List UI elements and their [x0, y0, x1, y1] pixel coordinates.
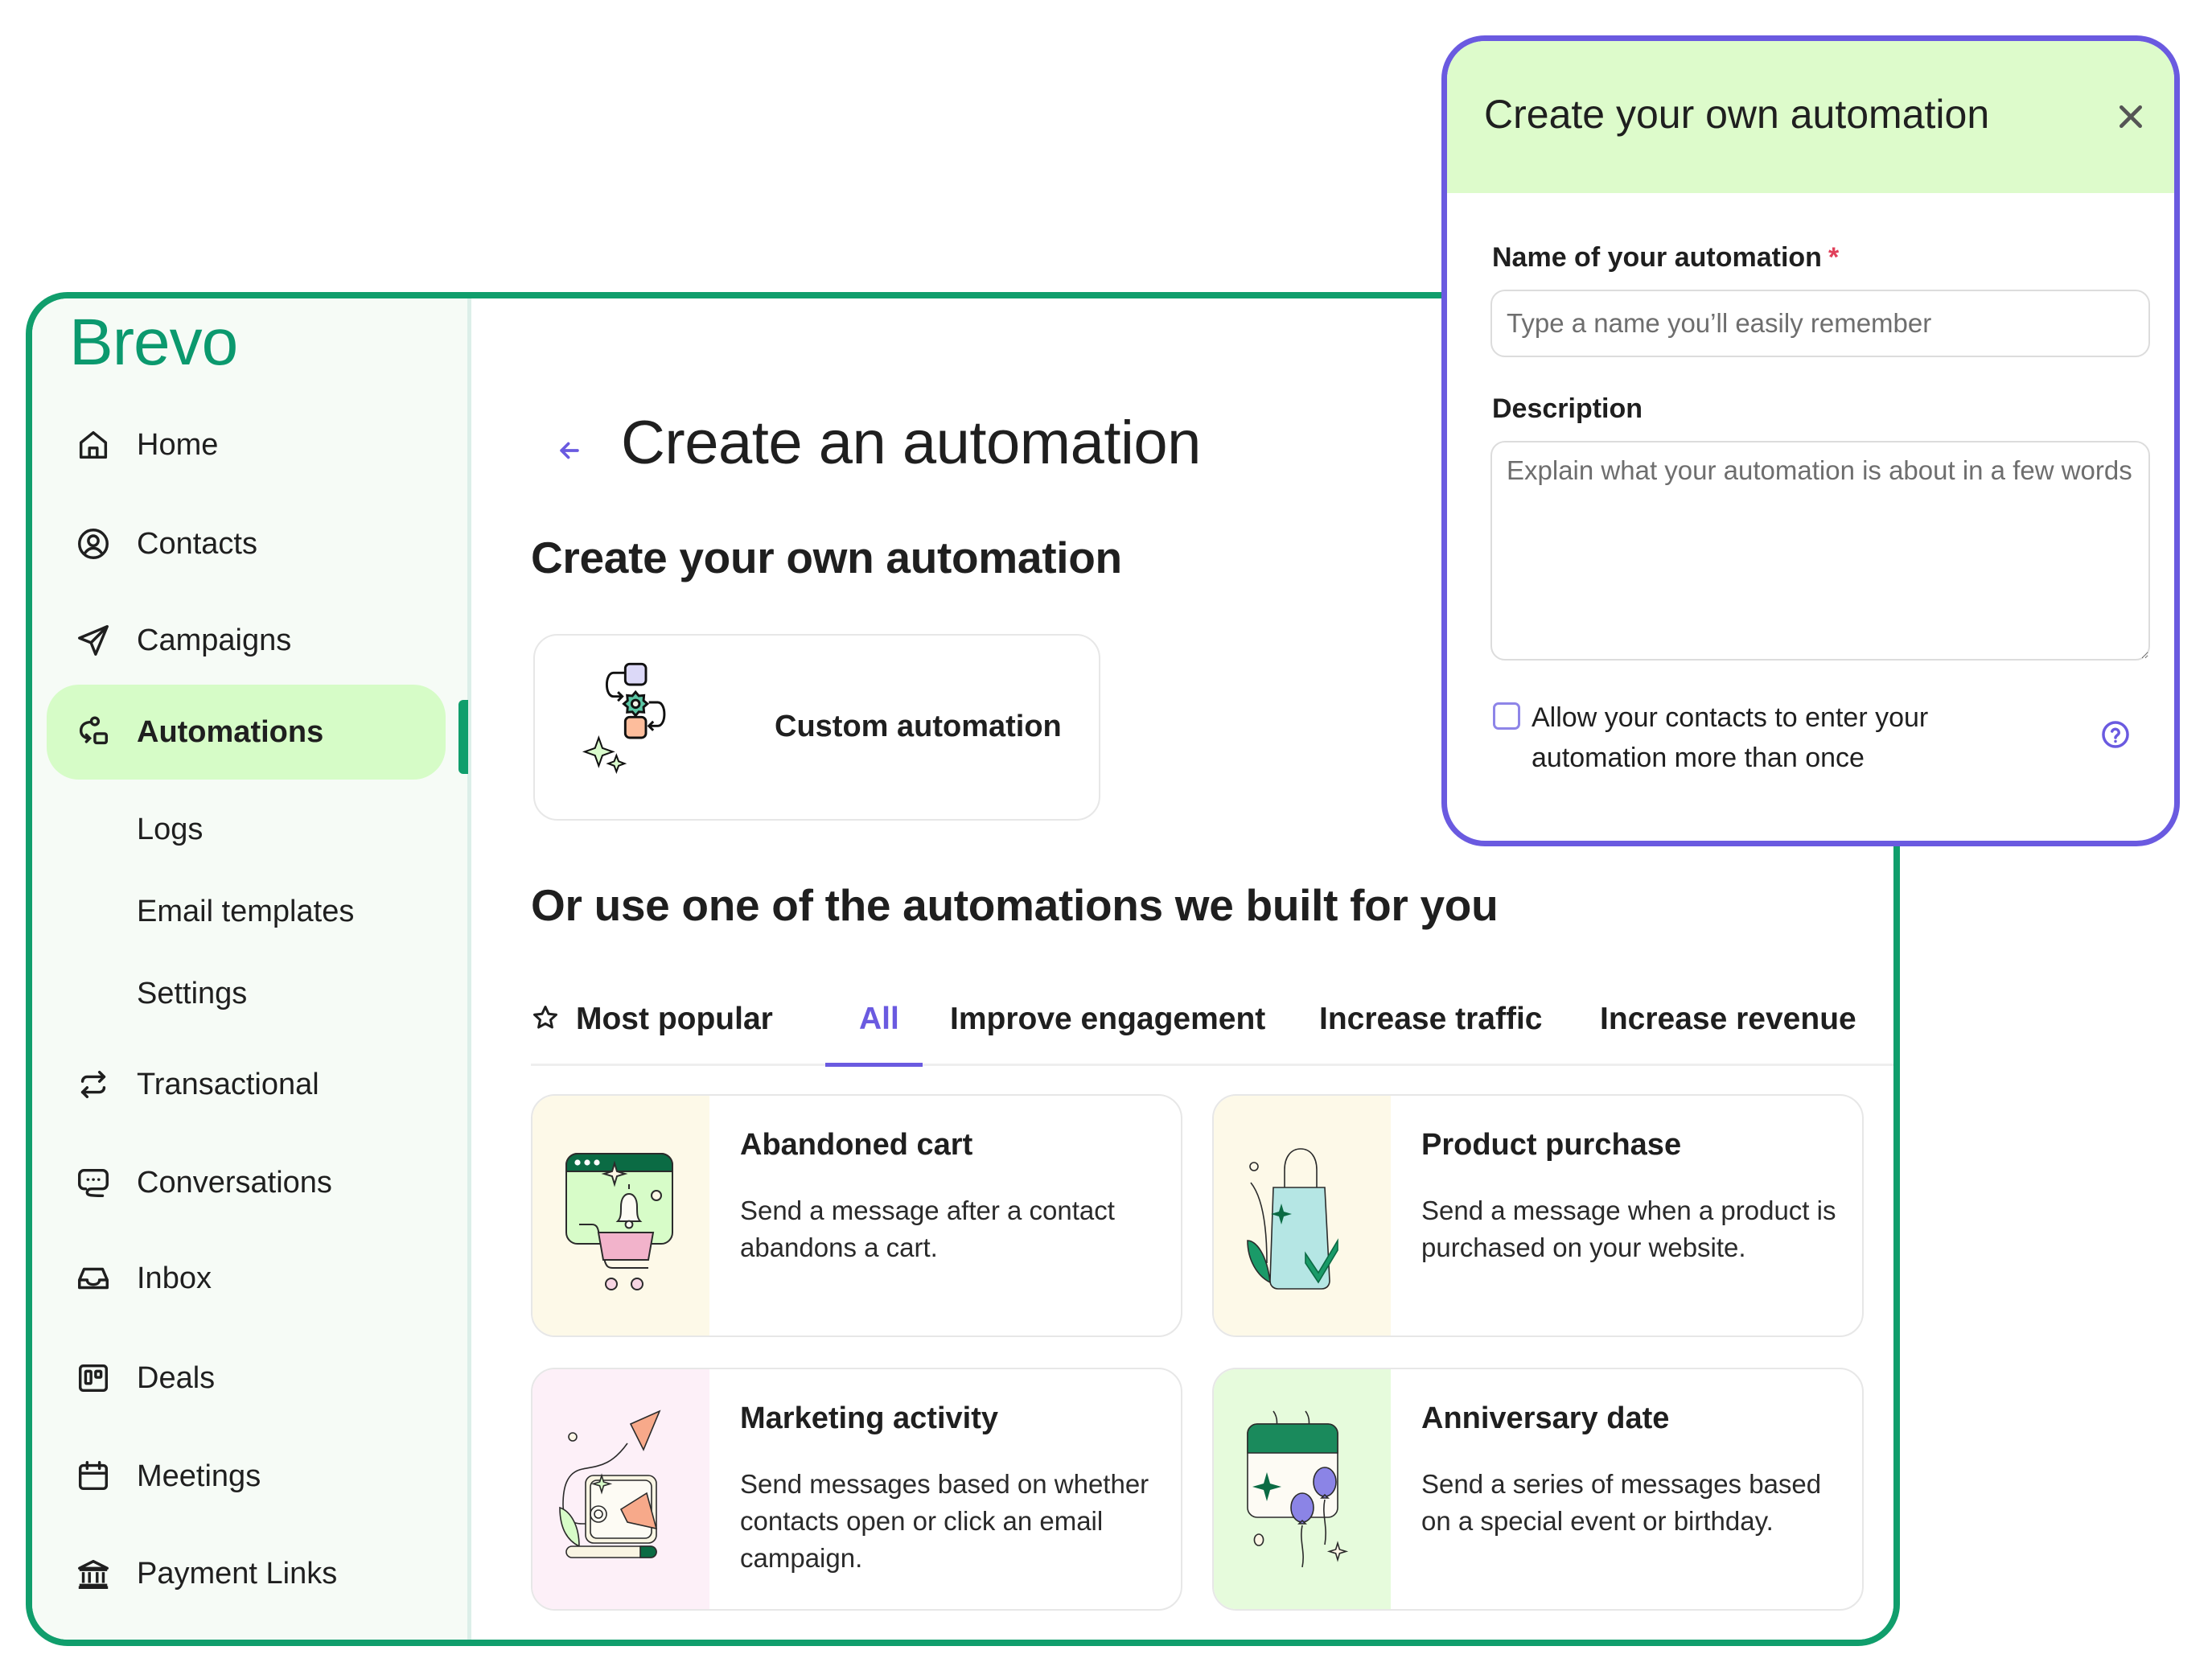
- tab-most-popular[interactable]: Most popular: [531, 1002, 773, 1066]
- template-card-anniversary-date[interactable]: Anniversary date Send a series of messag…: [1212, 1368, 1864, 1611]
- tab-all[interactable]: All: [859, 1002, 899, 1066]
- sidebar-item-label: Campaigns: [137, 623, 292, 657]
- name-field-label: Name of your automation *: [1492, 242, 1839, 274]
- sidebar-item-contacts[interactable]: Contacts: [47, 516, 446, 572]
- automation-flow-icon: [75, 714, 112, 751]
- home-icon: [75, 426, 112, 463]
- allow-reentry-checkbox[interactable]: [1493, 702, 1520, 730]
- star-icon: [533, 1006, 557, 1029]
- sidebar: Brevo Home Contacts Campaigns Automation…: [32, 298, 471, 1640]
- illustration-panel: [532, 1096, 709, 1335]
- custom-automation-label: Custom automation: [775, 710, 1062, 743]
- inbox-tray-icon: [75, 1260, 112, 1297]
- sidebar-item-label: Automations: [137, 714, 324, 749]
- paper-plane-icon: [75, 622, 112, 659]
- template-title: Abandoned cart: [740, 1128, 973, 1162]
- sidebar-item-label: Logs: [137, 812, 204, 846]
- sidebar-item-campaigns[interactable]: Campaigns: [47, 612, 446, 669]
- modal-title: Create your own automation: [1484, 92, 1990, 137]
- help-circle-icon[interactable]: [2100, 719, 2131, 750]
- sidebar-item-label: Transactional: [137, 1067, 319, 1101]
- shopping-bag-check-illustration: [1247, 1148, 1338, 1290]
- active-tab-underline: [825, 1063, 923, 1067]
- calendar-balloons-illustration: [1247, 1410, 1349, 1568]
- template-description: Send a message after a contact abandons …: [740, 1196, 1115, 1262]
- illustration-panel: [1214, 1096, 1391, 1335]
- active-indicator: [458, 700, 468, 774]
- template-title: Product purchase: [1421, 1128, 1682, 1162]
- sidebar-item-label: Payment Links: [137, 1556, 338, 1591]
- laptop-megaphone-illustration: [559, 1410, 661, 1558]
- section-title-prebuilt: Or use one of the automations we built f…: [531, 880, 1499, 930]
- sidebar-item-label: Home: [137, 427, 219, 462]
- shopping-cart-bell-illustration: [565, 1153, 673, 1290]
- sidebar-item-label: Contacts: [137, 526, 257, 561]
- close-icon[interactable]: [2115, 101, 2147, 133]
- sidebar-item-transactional[interactable]: Transactional: [47, 1056, 446, 1113]
- illustration-panel: [1214, 1369, 1391, 1609]
- sidebar-item-home[interactable]: Home: [47, 417, 446, 473]
- sidebar-item-inbox[interactable]: Inbox: [47, 1250, 446, 1307]
- category-tabs: Most popular All Improve engagement Incr…: [531, 990, 1893, 1067]
- sidebar-subitem-email-templates[interactable]: Email templates: [47, 883, 446, 940]
- sidebar-item-deals[interactable]: Deals: [47, 1350, 446, 1406]
- sidebar-item-label: Inbox: [137, 1261, 212, 1295]
- sidebar-item-conversations[interactable]: Conversations: [47, 1154, 446, 1211]
- sidebar-item-meetings[interactable]: Meetings: [47, 1448, 446, 1504]
- automation-name-input[interactable]: [1490, 290, 2150, 357]
- tab-label: Most popular: [576, 1002, 773, 1036]
- chat-bubble-icon: [75, 1164, 112, 1201]
- modal-header: Create your own automation: [1447, 41, 2174, 193]
- bank-icon: [75, 1555, 112, 1592]
- template-title: Anniversary date: [1421, 1401, 1670, 1435]
- sidebar-item-automations[interactable]: Automations: [47, 685, 446, 780]
- arrow-left-icon[interactable]: [556, 437, 583, 464]
- tab-label: Increase revenue: [1600, 1002, 1856, 1036]
- automation-description-textarea[interactable]: [1490, 441, 2150, 661]
- tab-increase-traffic[interactable]: Increase traffic: [1319, 1002, 1542, 1066]
- sidebar-item-label: Email templates: [137, 894, 355, 928]
- allow-reentry-label: Allow your contacts to enter your automa…: [1532, 702, 1929, 773]
- sidebar-item-label: Deals: [137, 1360, 216, 1395]
- tab-increase-revenue[interactable]: Increase revenue: [1600, 1002, 1856, 1066]
- required-asterisk: *: [1828, 242, 1840, 273]
- section-title-own: Create your own automation: [531, 533, 1122, 582]
- arrows-exchange-icon: [75, 1066, 112, 1103]
- sidebar-subitem-logs[interactable]: Logs: [47, 801, 446, 858]
- tab-label: Improve engagement: [950, 1002, 1266, 1036]
- template-description: Send messages based on whether contacts …: [740, 1469, 1149, 1573]
- description-field-label: Description: [1492, 393, 1643, 424]
- user-circle-icon: [75, 525, 112, 562]
- sidebar-item-label: Conversations: [137, 1165, 332, 1200]
- template-description: Send a message when a product is purchas…: [1421, 1196, 1836, 1262]
- name-label-text: Name of your automation: [1492, 242, 1822, 273]
- sidebar-item-label: Meetings: [137, 1459, 261, 1493]
- brevo-logo[interactable]: Brevo: [69, 305, 238, 381]
- kanban-board-icon: [75, 1360, 112, 1397]
- tab-label: Increase traffic: [1319, 1002, 1543, 1036]
- template-description: Send a series of messages based on a spe…: [1421, 1469, 1822, 1536]
- custom-automation-card[interactable]: Custom automation: [533, 634, 1100, 821]
- sidebar-item-payment-links[interactable]: Payment Links: [47, 1545, 446, 1602]
- tab-improve-engagement[interactable]: Improve engagement: [950, 1002, 1265, 1066]
- custom-automation-illustration: [582, 662, 666, 775]
- template-card-product-purchase[interactable]: Product purchase Send a message when a p…: [1212, 1094, 1864, 1337]
- create-automation-modal: Create your own automation Name of your …: [1441, 35, 2180, 846]
- illustration-panel: [532, 1369, 709, 1609]
- tab-label: All: [859, 1002, 899, 1036]
- template-title: Marketing activity: [740, 1401, 998, 1435]
- template-card-abandoned-cart[interactable]: Abandoned cart Send a message after a co…: [531, 1094, 1182, 1337]
- sidebar-subitem-settings[interactable]: Settings: [47, 965, 446, 1022]
- page-title: Create an automation: [621, 409, 1201, 477]
- calendar-icon: [75, 1458, 112, 1495]
- sidebar-item-label: Settings: [137, 976, 248, 1010]
- template-card-marketing-activity[interactable]: Marketing activity Send messages based o…: [531, 1368, 1182, 1611]
